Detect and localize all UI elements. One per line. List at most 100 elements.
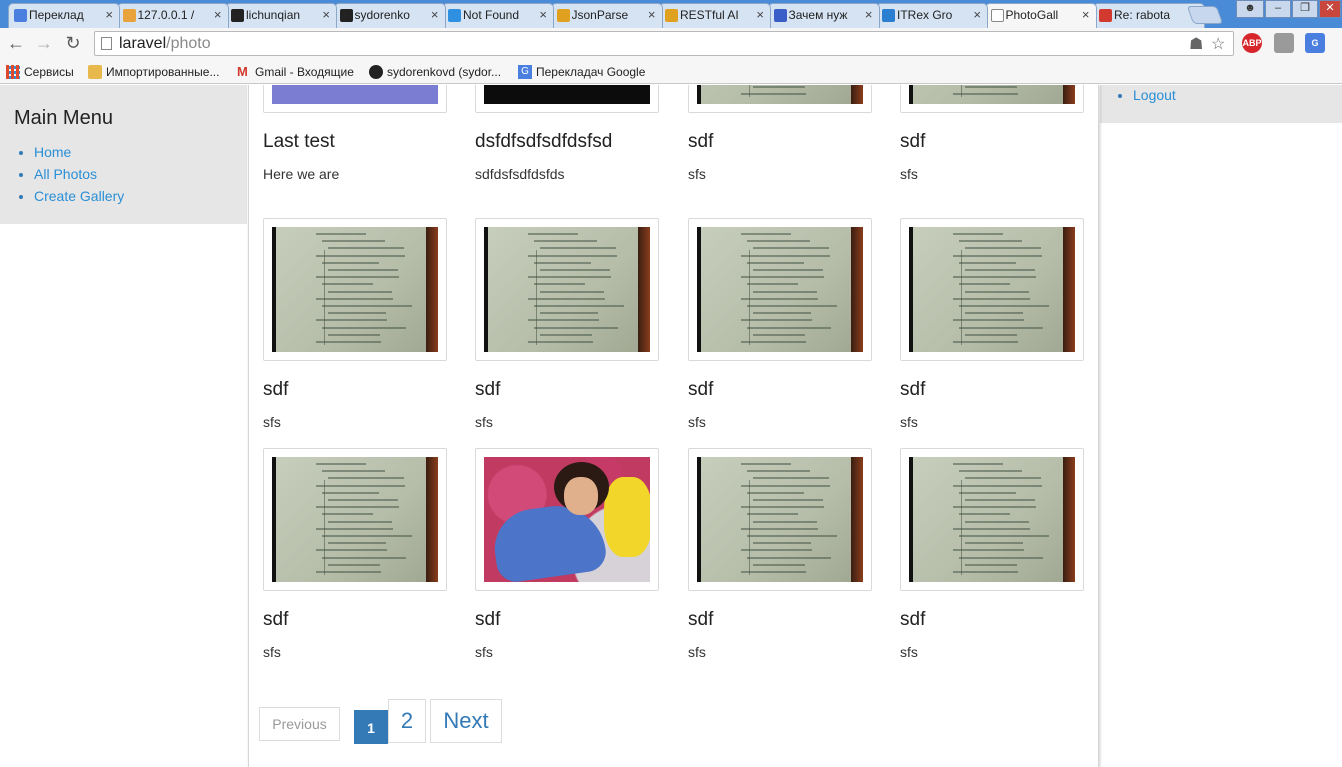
translate-icon[interactable]: ☗ (1189, 35, 1203, 55)
page-icon (990, 9, 1004, 22)
close-window-button[interactable]: ✕ (1319, 0, 1341, 18)
minimize-window-button[interactable]: – (1265, 0, 1291, 18)
github-icon (231, 9, 244, 22)
photo-description: sfs (688, 644, 706, 660)
bookmark-label: Gmail - Входящие (255, 65, 354, 79)
page-2-button[interactable]: 2 (388, 699, 426, 743)
back-arrow-icon[interactable]: ← (5, 32, 27, 54)
main-menu-title: Main Menu (14, 107, 113, 129)
bookmark-imported-folder[interactable]: Импортированные... (88, 63, 219, 81)
photo-image (484, 457, 650, 582)
bookmark-apps[interactable]: Сервисы (6, 63, 74, 81)
tab-label: JsonParse (571, 8, 629, 22)
photo-thumbnail[interactable] (688, 85, 872, 113)
google-translate-icon: G (518, 65, 532, 79)
tab-label: Re: rabota (1114, 8, 1171, 22)
home-link[interactable]: Home (34, 144, 71, 160)
close-tab-icon[interactable]: × (973, 4, 981, 26)
browser-tabstrip: Re: rabota×PhotoGall×ITRex Gro×Зачем нуж… (0, 0, 1342, 29)
photo-title: sdf (475, 609, 501, 630)
previous-page-button[interactable]: Previous (259, 707, 340, 741)
browser-tab[interactable]: sydorenko × (333, 3, 446, 28)
maximize-window-button[interactable]: ❐ (1292, 0, 1318, 18)
bird-icon (882, 9, 895, 22)
bookmark-star-icon[interactable]: ☆ (1211, 35, 1225, 55)
browser-tab[interactable]: Переклад × (8, 3, 120, 28)
adblock-plus-icon[interactable]: ABP (1242, 33, 1262, 53)
photo-description: sfs (263, 644, 281, 660)
photo-description: sfs (263, 414, 281, 430)
apps-grid-icon (6, 65, 20, 79)
photo-thumbnail[interactable] (475, 448, 659, 591)
create-gallery-link[interactable]: Create Gallery (34, 188, 124, 204)
tab-label: sydorenko (354, 8, 410, 22)
photo-thumbnail[interactable] (688, 448, 872, 591)
reload-icon[interactable]: ↻ (62, 32, 84, 54)
photo-title: sdf (688, 131, 714, 152)
photo-title: Last test (263, 131, 335, 152)
photo-thumbnail[interactable] (688, 218, 872, 361)
bookmark-gmail[interactable]: M Gmail - Входящие (237, 63, 354, 81)
close-tab-icon[interactable]: × (756, 4, 764, 26)
tab-label: lichunqian (246, 8, 301, 22)
close-tab-icon[interactable]: × (1082, 4, 1090, 26)
photo-thumbnail[interactable] (900, 218, 1084, 361)
menu-item-logout: Logout (1133, 87, 1176, 103)
forward-arrow-icon[interactable]: → (33, 32, 55, 54)
github-icon (369, 65, 383, 79)
gmail-icon (1099, 9, 1112, 22)
photo-description: sfs (900, 414, 918, 430)
tab-label: ITRex Gro (897, 8, 953, 22)
close-tab-icon[interactable]: × (648, 4, 656, 26)
browser-tab[interactable]: Зачем нуж × (767, 3, 880, 28)
photo-title: dsfdfsdfsdfdsfsd (475, 131, 613, 152)
bookmark-label: Сервисы (24, 65, 74, 79)
menu-item-create-gallery: Create Gallery (34, 187, 124, 209)
extension-icon[interactable] (1274, 33, 1294, 53)
browser-tab[interactable]: ITRex Gro × (876, 3, 988, 28)
page-1-button[interactable]: 1 (354, 710, 388, 744)
browser-tab[interactable]: Not Found × (442, 3, 554, 28)
photo-thumbnail[interactable] (263, 218, 447, 361)
bookmark-github[interactable]: sydorenkovd (sydor... (369, 63, 501, 81)
github-icon (339, 9, 353, 22)
close-tab-icon[interactable]: × (865, 4, 873, 26)
photo-thumbnail[interactable] (475, 85, 659, 113)
new-tab-button[interactable] (1186, 6, 1224, 24)
url-path: /photo (166, 35, 211, 52)
user-menu: Logout (1100, 85, 1342, 123)
photo-description: Here we are (263, 166, 340, 182)
browser-tab[interactable]: JsonParse × (550, 3, 663, 28)
browser-tab[interactable]: PhotoGall × (984, 3, 1097, 29)
photo-thumbnail[interactable] (263, 448, 447, 591)
all-photos-link[interactable]: All Photos (34, 166, 97, 182)
photo-image (697, 227, 863, 352)
page-icon (101, 37, 112, 50)
photo-image (909, 457, 1075, 582)
photo-title: sdf (900, 131, 926, 152)
tab-label: Not Found (463, 8, 520, 22)
next-page-button[interactable]: Next (430, 699, 502, 743)
close-tab-icon[interactable]: × (105, 4, 113, 26)
browser-tab[interactable]: lichunqian × (225, 3, 337, 28)
tab-label: PhotoGall (1005, 8, 1059, 22)
address-bar[interactable]: laravel/photo ☗ ☆ (94, 31, 1234, 56)
menu-item-all-photos: All Photos (34, 165, 124, 187)
close-tab-icon[interactable]: × (322, 4, 330, 26)
bookmark-translate[interactable]: G Перекладач Google (518, 63, 645, 81)
main-menu-sidebar: Main Menu Home All Photos Create Gallery (0, 85, 247, 224)
photo-thumbnail[interactable] (263, 85, 447, 113)
photo-thumbnail[interactable] (900, 85, 1084, 113)
user-profile-button[interactable]: ☻ (1236, 0, 1264, 18)
browser-tab[interactable]: 127.0.0.1 / × (116, 3, 229, 28)
google-translate-icon[interactable]: G (1305, 33, 1325, 53)
close-tab-icon[interactable]: × (214, 4, 222, 26)
close-tab-icon[interactable]: × (431, 4, 439, 26)
logout-link[interactable]: Logout (1133, 87, 1176, 103)
gmail-icon: M (237, 64, 248, 79)
photo-thumbnail[interactable] (475, 218, 659, 361)
bookmark-label: Перекладач Google (536, 65, 646, 79)
close-tab-icon[interactable]: × (539, 4, 547, 26)
browser-tab[interactable]: RESTful AI × (659, 3, 771, 28)
photo-thumbnail[interactable] (900, 448, 1084, 591)
